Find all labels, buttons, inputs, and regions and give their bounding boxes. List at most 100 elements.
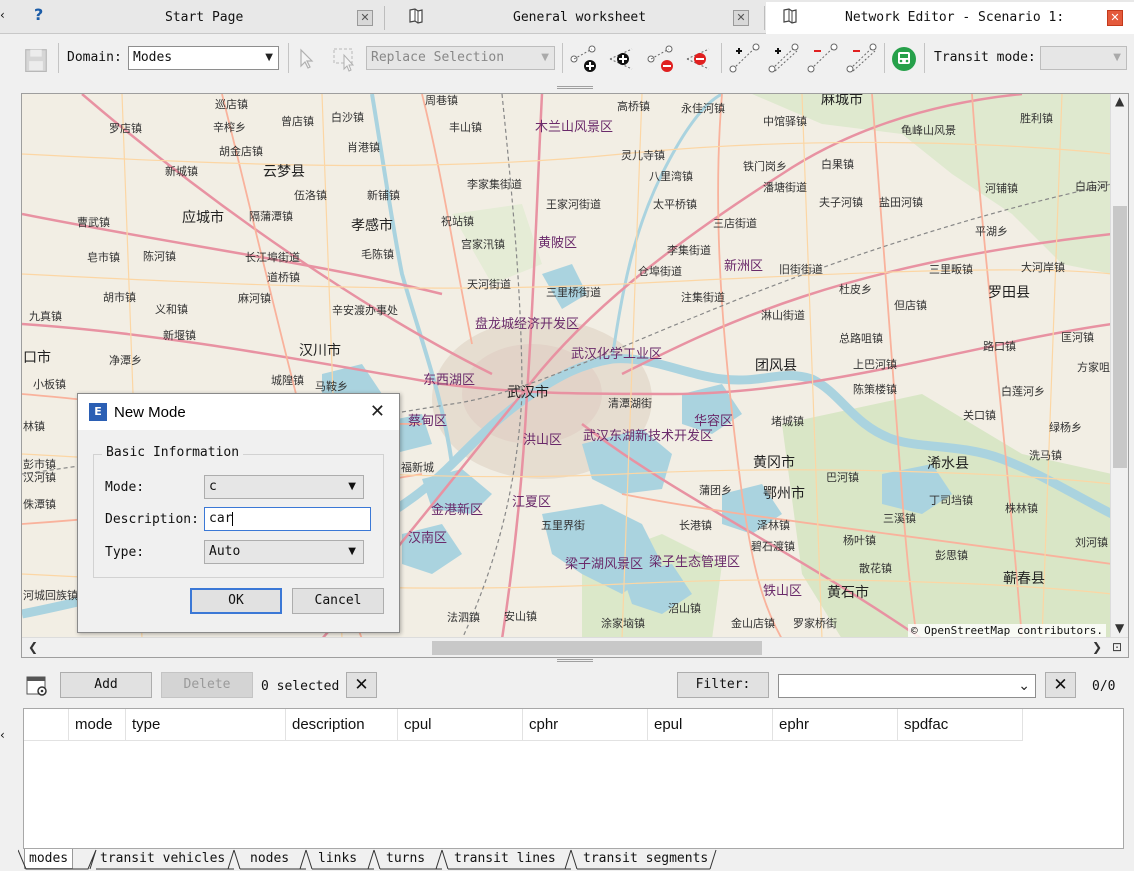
column-header[interactable]: description: [286, 709, 398, 741]
map-place-label: 伍洛镇: [294, 189, 327, 202]
lasso-select-icon[interactable]: [330, 45, 360, 73]
splitter-grip[interactable]: [557, 86, 593, 89]
tab-label: General worksheet: [513, 10, 647, 25]
domain-select-value: Modes: [133, 50, 173, 65]
tab-start-page[interactable]: ? Start Page ✕: [20, 4, 380, 32]
join-links-icon[interactable]: [767, 41, 801, 77]
tab-scroll-left-icon[interactable]: ‹: [0, 8, 8, 22]
map-place-label: 麻城市: [821, 93, 863, 108]
column-header[interactable]: epul: [648, 709, 773, 741]
app-window: ‹ ? Start Page ✕ General worksheet ✕ Net…: [0, 0, 1134, 871]
close-icon[interactable]: ✕: [370, 401, 385, 422]
map-place-label: 潘塘街道: [763, 181, 807, 194]
column-header[interactable]: cphr: [523, 709, 648, 741]
map-place-label: 罗店镇: [109, 122, 142, 135]
split-link-icon[interactable]: [728, 41, 762, 77]
ok-button[interactable]: OK: [190, 588, 282, 614]
filter-button[interactable]: Filter:: [677, 672, 769, 698]
map-place-label: 仓埠街道: [638, 265, 682, 278]
map-place-label: 辛安渡办事处: [332, 304, 398, 317]
transit-bus-icon[interactable]: [891, 46, 917, 72]
domain-select[interactable]: Modes ▼: [128, 46, 279, 70]
mode-select[interactable]: c ▼: [204, 475, 364, 499]
map-place-label: 武汉化学工业区: [571, 347, 663, 362]
map-place-label: 匡河镇: [1061, 331, 1094, 344]
map-place-label: 白庙河: [1075, 180, 1108, 193]
close-tab-icon[interactable]: ✕: [733, 10, 749, 26]
toolbar-separator: [58, 43, 59, 73]
panel-scroll-left-icon[interactable]: ‹: [0, 728, 8, 742]
map-place-label: 新铺镇: [367, 189, 400, 202]
map-place-label: 梁子生态管理区: [649, 555, 741, 570]
delete-link-icon[interactable]: [681, 41, 717, 77]
map-place-label: 隔蒲潭镇: [249, 210, 293, 223]
map-place-label: 平湖乡: [975, 225, 1008, 238]
delete-button[interactable]: Delete: [161, 672, 253, 698]
map-horizontal-scrollbar[interactable]: ❮ ❯ ⊡: [22, 637, 1128, 657]
map-place-label: 武汉东湖新技术开发区: [583, 429, 714, 444]
column-header[interactable]: ephr: [773, 709, 898, 741]
close-icon: ✕: [1053, 675, 1068, 695]
save-icon[interactable]: [20, 44, 52, 76]
filter-input[interactable]: ⌄: [778, 674, 1036, 698]
map-place-label: 泽林镇: [757, 519, 790, 532]
transit-mode-select[interactable]: ▼: [1040, 46, 1127, 70]
map-place-label: 铁门岗乡: [743, 160, 787, 173]
transit-mode-label: Transit mode:: [934, 50, 1036, 65]
tab-general-worksheet[interactable]: General worksheet ✕: [388, 4, 758, 32]
map-place-label: 安山镇: [504, 610, 537, 623]
map-place-label: 三里畈镇: [929, 263, 973, 276]
splitter-grip[interactable]: [557, 659, 593, 662]
map-place-label: 盘龙城经济开发区: [475, 317, 580, 332]
map-place-label: 长江埠街道: [245, 251, 300, 264]
type-select[interactable]: Auto ▼: [204, 540, 364, 564]
worksheet-icon: [409, 8, 423, 24]
type-select-value: Auto: [209, 544, 241, 559]
map-vertical-scrollbar[interactable]: ▲ ▼: [1110, 94, 1128, 639]
tab-divider: [384, 6, 385, 30]
map-place-label: 铁山区: [763, 584, 803, 599]
remove-vertex-icon[interactable]: [806, 41, 840, 77]
column-header[interactable]: mode: [69, 709, 126, 741]
map-place-label: 八里湾镇: [649, 170, 693, 183]
tab-network-editor[interactable]: Network Editor - Scenario 1: ✕: [766, 2, 1134, 34]
text-cursor: [232, 511, 234, 526]
dialog-title-bar[interactable]: E New Mode ✕: [78, 394, 399, 430]
delete-node-icon[interactable]: [643, 41, 679, 77]
add-link-icon[interactable]: [604, 41, 640, 77]
map-place-label: 汉河镇: [23, 471, 56, 484]
selection-mode-select[interactable]: Replace Selection ▼: [366, 46, 555, 70]
map-place-label: 上巴河镇: [853, 358, 897, 371]
table-settings-icon[interactable]: [25, 674, 49, 698]
scroll-up-icon[interactable]: ▲: [1115, 94, 1124, 108]
column-header[interactable]: cpul: [398, 709, 523, 741]
select-arrow-icon[interactable]: [297, 47, 317, 71]
scroll-down-icon[interactable]: ▼: [1115, 621, 1124, 635]
scroll-right-icon[interactable]: ❯: [1092, 640, 1102, 654]
scrollbar-thumb[interactable]: [1113, 206, 1127, 468]
chevron-down-icon: ▼: [348, 481, 356, 492]
reverse-link-icon[interactable]: [845, 41, 879, 77]
clear-selection-button[interactable]: ✕: [346, 672, 377, 698]
map-place-label: 木兰山风景区: [535, 120, 614, 135]
close-tab-icon[interactable]: ✕: [357, 10, 373, 26]
map-place-label: 曹武镇: [77, 216, 110, 229]
map-place-label: 新洲区: [724, 259, 764, 274]
description-input[interactable]: car: [204, 507, 371, 531]
map-place-label: 太平桥镇: [653, 198, 697, 211]
scrollbar-thumb[interactable]: [432, 641, 762, 655]
toolbar-separator: [884, 43, 885, 73]
modes-table[interactable]: mode type description cpul cphr epul eph…: [23, 708, 1124, 849]
add-node-icon[interactable]: [566, 41, 602, 77]
type-label: Type:: [105, 545, 145, 560]
clear-filter-button[interactable]: ✕: [1045, 672, 1076, 698]
close-tab-icon[interactable]: ✕: [1107, 10, 1123, 26]
column-header[interactable]: spdfac: [898, 709, 1023, 741]
add-button[interactable]: Add: [60, 672, 152, 698]
cancel-button[interactable]: Cancel: [292, 588, 384, 614]
scroll-left-icon[interactable]: ❮: [28, 640, 38, 654]
map-place-label: 鄂州市: [763, 486, 805, 502]
map-place-label: 云梦县: [263, 164, 305, 180]
corner-grip-icon[interactable]: ⊡: [1112, 640, 1122, 654]
column-header[interactable]: type: [126, 709, 286, 741]
